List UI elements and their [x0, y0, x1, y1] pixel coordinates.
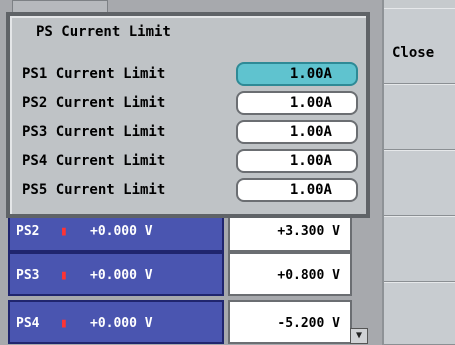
- setpoint-value: +0.800 V: [277, 268, 340, 283]
- limit-label: PS4 Current Limit: [22, 153, 166, 169]
- limit-label: PS2 Current Limit: [22, 95, 166, 111]
- ps-name: PS3: [16, 268, 40, 283]
- measured-voltage: +0.000 V: [90, 224, 153, 239]
- ps5-limit-input[interactable]: 1.00A: [236, 178, 358, 202]
- side-menu: Close: [382, 0, 455, 345]
- main-panel: PS2 ▮ +0.000 V +3.300 V PS3 ▮ +0.000 V +…: [0, 0, 382, 345]
- ps-name: PS4: [16, 316, 40, 331]
- close-button[interactable]: Close: [384, 8, 455, 84]
- measured-voltage: +0.000 V: [90, 268, 153, 283]
- side-button-empty[interactable]: [384, 216, 455, 282]
- setpoint-field[interactable]: +0.800 V: [228, 252, 352, 296]
- ps1-limit-input[interactable]: 1.00A: [236, 62, 358, 86]
- status-indicator-icon: ▮: [60, 316, 68, 331]
- ps-cell[interactable]: PS3 ▮ +0.000 V: [8, 252, 224, 296]
- ps4-limit-input[interactable]: 1.00A: [236, 149, 358, 173]
- scroll-down-icon[interactable]: ▼: [350, 328, 368, 344]
- ps2-limit-input[interactable]: 1.00A: [236, 91, 358, 115]
- ps-name: PS2: [16, 224, 40, 239]
- limit-label: PS1 Current Limit: [22, 66, 166, 82]
- current-limit-dialog: PS Current Limit PS1 Current Limit 1.00A…: [6, 12, 370, 218]
- side-button-empty[interactable]: [384, 84, 455, 150]
- close-button-label: Close: [392, 45, 435, 61]
- measured-voltage: +0.000 V: [90, 316, 153, 331]
- side-button-empty[interactable]: [384, 282, 455, 345]
- limit-label: PS3 Current Limit: [22, 124, 166, 140]
- limit-label: PS5 Current Limit: [22, 182, 166, 198]
- table-row[interactable]: PS4 ▮ +0.000 V -5.200 V: [8, 300, 372, 344]
- status-indicator-icon: ▮: [60, 268, 68, 283]
- status-indicator-icon: ▮: [60, 224, 68, 239]
- side-button-empty[interactable]: [384, 150, 455, 216]
- table-row[interactable]: PS3 ▮ +0.000 V +0.800 V: [8, 252, 372, 296]
- setpoint-value: -5.200 V: [277, 316, 340, 331]
- setpoint-value: +3.300 V: [277, 224, 340, 239]
- dialog-title: PS Current Limit: [36, 24, 171, 40]
- ps3-limit-input[interactable]: 1.00A: [236, 120, 358, 144]
- ps-cell[interactable]: PS4 ▮ +0.000 V: [8, 300, 224, 344]
- setpoint-field[interactable]: -5.200 V: [228, 300, 352, 344]
